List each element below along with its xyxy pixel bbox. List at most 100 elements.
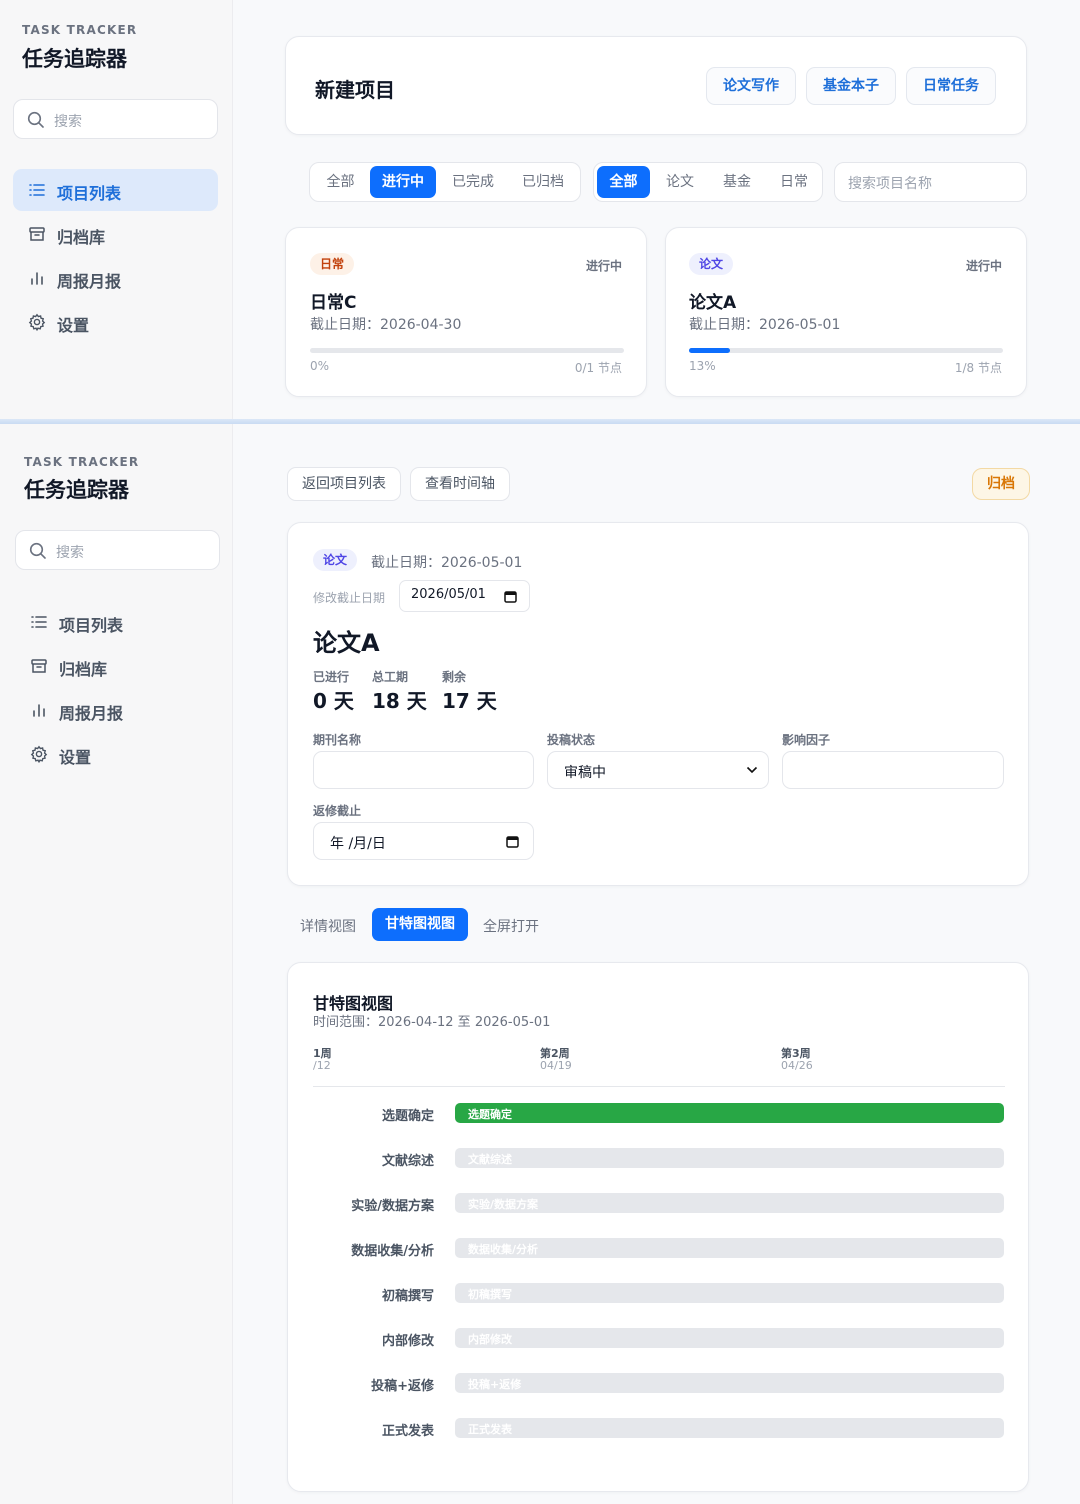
revision-deadline-placeholder: 年 /月/日: [330, 836, 386, 852]
project-type-tag: 日常: [310, 253, 355, 275]
calendar-icon: [504, 591, 517, 603]
stat-remaining-value: 17 天: [442, 689, 497, 713]
template-paper-button[interactable]: 论文写作: [706, 67, 796, 105]
stat-duration-label: 总工期: [372, 670, 409, 684]
sidebar-item-settings[interactable]: 设置: [13, 301, 218, 343]
stat-elapsed-value: 0 天: [313, 689, 354, 713]
project-detail-card: 论文 截止日期：2026-05-01 修改截止日期 2026/05/01 论文A…: [287, 522, 1029, 886]
gantt-task-bar[interactable]: 投稿+返修: [455, 1373, 1004, 1393]
project-type-tag: 论文: [313, 549, 358, 571]
project-due-date: 截止日期：2026-05-01: [689, 317, 841, 333]
search-placeholder: 搜索: [54, 114, 82, 130]
impact-factor-label: 影响因子: [782, 733, 831, 747]
gantt-task-label: 选题确定: [381, 1109, 434, 1124]
type-filter-daily[interactable]: 日常: [767, 166, 821, 198]
tab-fullscreen[interactable]: 全屏打开: [483, 916, 539, 936]
tab-detail-view[interactable]: 详情视图: [300, 916, 356, 936]
gantt-task-label: 内部修改: [381, 1334, 434, 1349]
project-progress-fill: [689, 348, 730, 353]
project-list-screen: TASK TRACKER 任务追踪器 搜索 项目列表 归档库 周报月报 设置 新…: [0, 0, 1080, 420]
project-title: 论文A: [313, 629, 380, 657]
type-filter-all[interactable]: 全部: [597, 166, 650, 198]
brand-caption: TASK TRACKER: [22, 23, 138, 37]
search-placeholder: 搜索: [56, 545, 84, 561]
project-node-count: 0/1 节点: [574, 361, 622, 375]
main-content: 新建项目 论文写作 基金本子 日常任务 全部 进行中 已完成 已归档 全部 论文…: [234, 0, 1080, 420]
project-status: 进行中: [965, 259, 1002, 273]
gantt-task-label: 文献综述: [381, 1154, 434, 1169]
type-filter-grant[interactable]: 基金: [710, 166, 764, 198]
type-filter: 全部 论文 基金 日常: [593, 162, 823, 202]
template-grant-button[interactable]: 基金本子: [806, 67, 896, 105]
view-timeline-button[interactable]: 查看时间轴: [410, 467, 510, 501]
sidebar-item-reports[interactable]: 周报月报: [13, 257, 218, 299]
sidebar-item-archive[interactable]: 归档库: [15, 645, 220, 687]
stat-elapsed-label: 已进行: [313, 670, 350, 684]
project-detail-screen: TASK TRACKER 任务追踪器 搜索 项目列表 归档库 周报月报 设置 返…: [0, 424, 1080, 1504]
gantt-task-bar[interactable]: 文献综述: [455, 1148, 1004, 1168]
project-search-input[interactable]: 搜索项目名称: [834, 162, 1027, 202]
gantt-task-bar-label: 内部修改: [468, 1333, 512, 1346]
project-card-daily-c[interactable]: 日常 进行中 日常C 截止日期：2026-04-30 0% 0/1 节点: [285, 227, 647, 397]
gear-icon: [28, 313, 46, 331]
project-type-tag: 论文: [689, 253, 734, 275]
type-filter-paper[interactable]: 论文: [653, 166, 707, 198]
sidebar-item-label: 项目列表: [57, 184, 122, 203]
gantt-task-label: 数据收集/分析: [351, 1244, 434, 1259]
bar-chart-icon: [31, 272, 43, 285]
back-to-list-button[interactable]: 返回项目列表: [287, 467, 401, 501]
brand-title: 任务追踪器: [22, 47, 127, 71]
status-filter-all[interactable]: 全部: [315, 166, 366, 198]
gantt-task-bar[interactable]: 初稿撰写: [455, 1283, 1004, 1303]
edit-due-date-value: 2026/05/01: [411, 587, 486, 602]
gantt-task-label: 投稿+返修: [371, 1379, 434, 1394]
edit-due-date-input[interactable]: 2026/05/01: [399, 580, 530, 612]
status-filter-completed[interactable]: 已完成: [440, 166, 506, 198]
status-filter-in-progress[interactable]: 进行中: [370, 166, 436, 198]
template-daily-button[interactable]: 日常任务: [906, 67, 996, 105]
impact-factor-input[interactable]: [782, 751, 1004, 789]
project-card-paper-a[interactable]: 论文 进行中 论文A 截止日期：2026-05-01 13% 1/8 节点: [665, 227, 1027, 397]
sidebar-search-input[interactable]: 搜索: [15, 530, 220, 570]
gantt-task-bar[interactable]: 实验/数据方案: [455, 1193, 1004, 1213]
archive-button[interactable]: 归档: [972, 468, 1030, 500]
gear-icon: [30, 745, 48, 763]
journal-input[interactable]: [313, 751, 534, 789]
gantt-week-1-date: /12: [313, 1059, 331, 1072]
gantt-week-3-date: 04/26: [781, 1059, 813, 1072]
brand-title: 任务追踪器: [24, 478, 129, 502]
sidebar-item-settings[interactable]: 设置: [15, 733, 220, 775]
sidebar-search-input[interactable]: 搜索: [13, 99, 218, 139]
sidebar-item-label: 周报月报: [59, 704, 124, 723]
gantt-task-bar[interactable]: 正式发表: [455, 1418, 1004, 1438]
archive-icon: [29, 227, 45, 241]
tab-gantt-view[interactable]: 甘特图视图: [372, 908, 468, 941]
gantt-card: 甘特图视图 时间范围：2026-04-12 至 2026-05-01 1周 /1…: [287, 962, 1029, 1492]
calendar-icon: [506, 836, 519, 848]
gantt-week-2-date: 04/19: [540, 1059, 572, 1072]
gantt-task-bar-label: 正式发表: [468, 1423, 512, 1436]
gantt-task-bar[interactable]: 数据收集/分析: [455, 1238, 1004, 1258]
submission-status-select[interactable]: 审稿中: [547, 751, 769, 789]
search-icon: [27, 111, 44, 128]
sidebar-item-label: 设置: [59, 748, 92, 767]
edit-due-date-label: 修改截止日期: [313, 591, 386, 605]
project-status: 进行中: [585, 259, 622, 273]
list-icon: [31, 616, 47, 628]
sidebar-item-project-list[interactable]: 项目列表: [13, 169, 218, 211]
revision-deadline-input[interactable]: 年 /月/日: [313, 822, 534, 860]
project-progress-bar: [689, 348, 1003, 353]
sidebar-item-label: 项目列表: [59, 616, 124, 635]
gantt-task-bar[interactable]: 内部修改: [455, 1328, 1004, 1348]
project-progress-percent: 13%: [689, 359, 716, 373]
sidebar-item-label: 设置: [57, 316, 90, 335]
status-filter-archived[interactable]: 已归档: [510, 166, 576, 198]
gantt-task-label: 正式发表: [381, 1424, 434, 1439]
chevron-down-icon: [746, 766, 758, 774]
sidebar-item-archive[interactable]: 归档库: [13, 213, 218, 255]
gantt-task-bar[interactable]: 选题确定: [455, 1103, 1004, 1123]
project-due-date: 截止日期：2026-04-30: [310, 317, 462, 333]
sidebar-item-label: 周报月报: [57, 272, 122, 291]
sidebar-item-reports[interactable]: 周报月报: [15, 689, 220, 731]
sidebar-item-project-list[interactable]: 项目列表: [15, 601, 220, 643]
